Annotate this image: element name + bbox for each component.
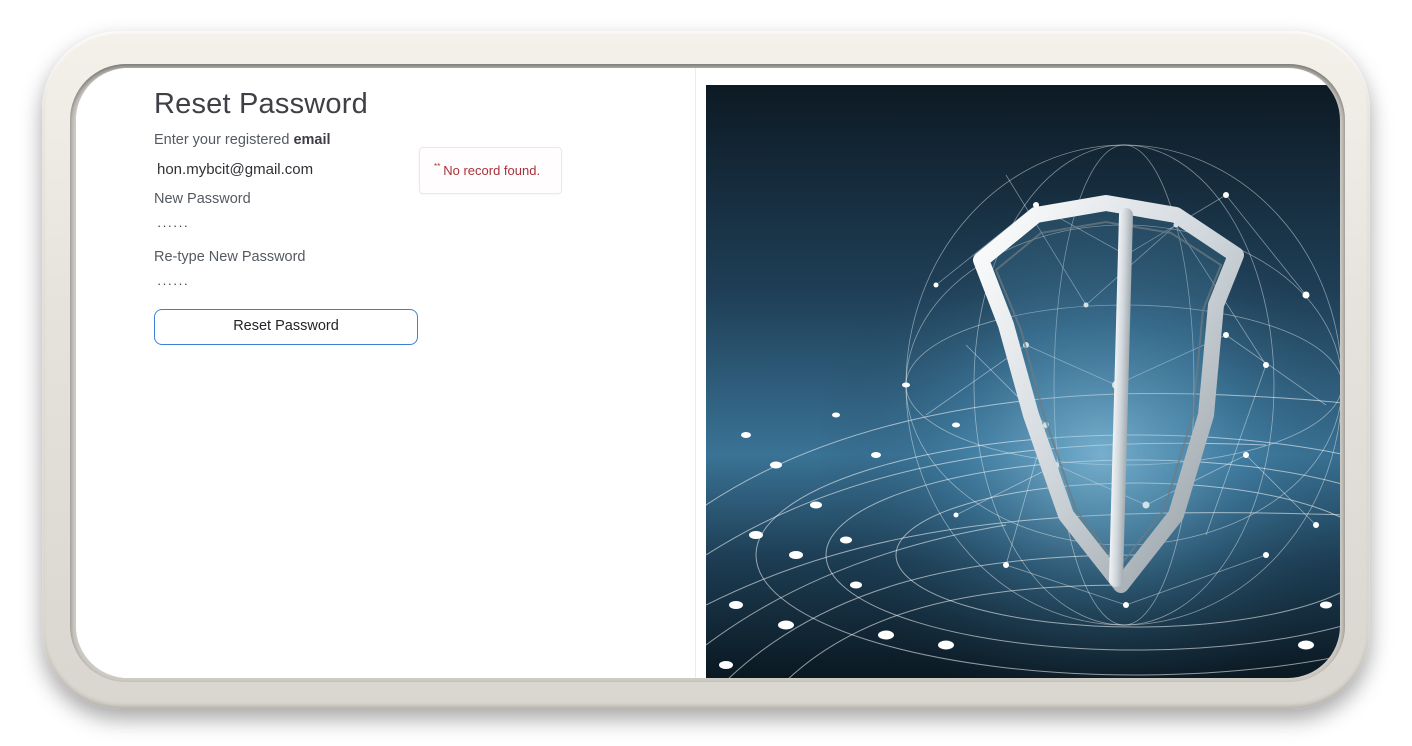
retype-password-field[interactable]: ······: [157, 276, 189, 291]
new-password-label: New Password: [154, 191, 251, 207]
email-label-prefix: Enter your registered: [154, 132, 294, 148]
reset-password-button[interactable]: Reset Password: [154, 309, 418, 345]
pane-divider: [695, 68, 696, 678]
reset-password-form: Reset Password Enter your registered ema…: [76, 68, 706, 678]
email-field[interactable]: hon.mybcit@gmail.com: [157, 161, 313, 178]
app-screen: Reset Password Enter your registered ema…: [76, 68, 1340, 678]
email-label: Enter your registered email: [154, 132, 331, 148]
error-message: ** No record found.: [434, 162, 540, 178]
new-password-field[interactable]: ······: [157, 218, 189, 233]
error-marker: **: [434, 162, 441, 171]
security-illustration: [706, 85, 1340, 678]
page-title: Reset Password: [154, 88, 368, 120]
error-message-box: ** No record found.: [419, 147, 562, 194]
error-text: No record found.: [443, 163, 541, 178]
retype-password-label: Re-type New Password: [154, 249, 306, 265]
email-label-bold: email: [293, 132, 331, 148]
security-shield-icon: [706, 85, 1340, 678]
